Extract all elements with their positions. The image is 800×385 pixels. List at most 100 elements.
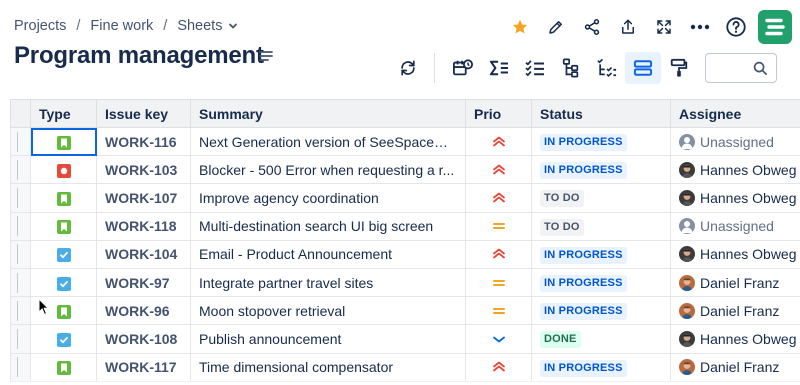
status-cell[interactable]: IN PROGRESS xyxy=(531,352,671,382)
assignee-cell[interactable]: Unassigned xyxy=(670,126,800,157)
status-cell[interactable]: IN PROGRESS xyxy=(531,155,671,185)
column-header-summary[interactable]: Summary xyxy=(190,99,466,128)
prio-cell[interactable] xyxy=(465,126,532,157)
help-icon[interactable] xyxy=(718,10,754,44)
type-cell[interactable] xyxy=(30,239,97,269)
type-cell[interactable] xyxy=(30,352,97,382)
prio-cell[interactable] xyxy=(465,183,532,213)
assignee-cell[interactable]: Hannes Obweg xyxy=(670,183,800,213)
prio-cell[interactable] xyxy=(465,324,532,354)
row-drag-handle[interactable] xyxy=(10,324,31,354)
assignee-cell[interactable]: Daniel Franz xyxy=(670,352,800,382)
hamburger-menu-icon[interactable] xyxy=(259,49,273,67)
summary-cell[interactable]: Multi-destination search UI big screen xyxy=(190,211,466,241)
issue-key-cell[interactable]: WORK-108 xyxy=(96,324,191,354)
status-cell[interactable]: IN PROGRESS xyxy=(531,239,671,269)
issue-key-cell[interactable]: WORK-117 xyxy=(96,352,191,382)
summary-cell[interactable]: Integrate partner travel sites xyxy=(190,267,466,298)
table-row[interactable]: WORK-97 Integrate partner travel sites IN … xyxy=(10,267,800,298)
row-drag-handle[interactable] xyxy=(10,239,31,269)
chevron-down-icon[interactable] xyxy=(228,21,238,31)
issue-key-cell[interactable]: WORK-116 xyxy=(96,126,191,157)
prio-cell[interactable] xyxy=(465,211,532,241)
row-drag-handle[interactable] xyxy=(10,211,31,241)
row-height-icon[interactable] xyxy=(625,52,661,84)
column-header-type[interactable]: Type xyxy=(30,99,97,128)
calendar-timeline-icon[interactable] xyxy=(445,52,481,84)
summary-cell[interactable]: Publish announcement xyxy=(190,324,466,354)
summary-cell[interactable]: Next Generation version of SeeSpaceEZ ..… xyxy=(190,126,466,157)
table-row[interactable]: WORK-108 Publish announcement DONE Hannes O… xyxy=(10,324,800,354)
summary-cell[interactable]: Moon stopover retrieval xyxy=(190,296,466,326)
type-cell[interactable] xyxy=(30,126,97,157)
sum-icon[interactable] xyxy=(481,52,517,84)
summary-cell[interactable]: Improve agency coordination xyxy=(190,183,466,213)
refresh-icon[interactable] xyxy=(390,52,426,84)
summary-cell[interactable]: Time dimensional compensator xyxy=(190,352,466,382)
assignee-cell[interactable]: Unassigned xyxy=(670,211,800,241)
issue-key-cell[interactable]: WORK-103 xyxy=(96,155,191,185)
hierarchy-icon[interactable] xyxy=(553,52,589,84)
checklist-icon[interactable] xyxy=(517,52,553,84)
share-icon[interactable] xyxy=(574,10,610,44)
assignee-cell[interactable]: Hannes Obweg xyxy=(670,155,800,185)
issue-key-cell[interactable]: WORK-104 xyxy=(96,239,191,269)
assignee-name: Daniel Franz xyxy=(700,359,780,376)
table-row[interactable]: WORK-107 Improve agency coordination TO DO… xyxy=(10,183,800,213)
table-row[interactable]: WORK-104 Email - Product Announcement IN P… xyxy=(10,239,800,269)
column-header-assignee[interactable]: Assignee xyxy=(670,99,800,128)
issue-key-cell[interactable]: WORK-107 xyxy=(96,183,191,213)
table-row[interactable]: WORK-116 Next Generation version of SeeSp… xyxy=(10,126,800,157)
table-row[interactable]: WORK-103 Blocker - 500 Error when request… xyxy=(10,155,800,185)
more-icon[interactable] xyxy=(682,10,718,44)
prio-cell[interactable] xyxy=(465,155,532,185)
prio-cell[interactable] xyxy=(465,239,532,269)
status-cell[interactable]: IN PROGRESS xyxy=(531,296,671,326)
star-icon[interactable] xyxy=(502,10,538,44)
issue-key-cell[interactable]: WORK-96 xyxy=(96,296,191,326)
issue-key-cell[interactable]: WORK-97 xyxy=(96,267,191,298)
type-cell[interactable] xyxy=(30,211,97,241)
status-cell[interactable]: IN PROGRESS xyxy=(531,267,671,298)
prio-cell[interactable] xyxy=(465,296,532,326)
type-cell[interactable] xyxy=(30,183,97,213)
prio-cell[interactable] xyxy=(465,352,532,382)
summary-cell[interactable]: Blocker - 500 Error when requesting a r.… xyxy=(190,155,466,185)
fullscreen-icon[interactable] xyxy=(646,10,682,44)
row-drag-handle[interactable] xyxy=(10,126,31,157)
status-cell[interactable]: TO DO xyxy=(531,211,671,241)
row-drag-handle[interactable] xyxy=(10,352,31,382)
subtasks-icon[interactable] xyxy=(589,52,625,84)
search-input[interactable] xyxy=(705,53,777,83)
breadcrumb-projects[interactable]: Projects xyxy=(14,18,66,34)
issue-key-cell[interactable]: WORK-118 xyxy=(96,211,191,241)
type-cell[interactable] xyxy=(30,267,97,298)
prio-cell[interactable] xyxy=(465,267,532,298)
assignee-cell[interactable]: Hannes Obweg xyxy=(670,324,800,354)
table-row[interactable]: WORK-96 Moon stopover retrieval IN PROGRES… xyxy=(10,296,800,326)
format-painter-icon[interactable] xyxy=(661,52,697,84)
status-cell[interactable]: IN PROGRESS xyxy=(531,126,671,157)
assignee-cell[interactable]: Daniel Franz xyxy=(670,267,800,298)
summary-cell[interactable]: Email - Product Announcement xyxy=(190,239,466,269)
row-drag-handle[interactable] xyxy=(10,155,31,185)
status-cell[interactable]: DONE xyxy=(531,324,671,354)
table-row[interactable]: WORK-117 Time dimensional compensator IN P… xyxy=(10,352,800,382)
column-header-prio[interactable]: Prio xyxy=(465,99,532,128)
row-drag-handle[interactable] xyxy=(10,296,31,326)
app-logo[interactable] xyxy=(758,10,792,44)
column-header-issue-key[interactable]: Issue key xyxy=(96,99,191,128)
status-cell[interactable]: TO DO xyxy=(531,183,671,213)
row-drag-handle[interactable] xyxy=(10,183,31,213)
edit-icon[interactable] xyxy=(538,10,574,44)
column-header-status[interactable]: Status xyxy=(531,99,671,128)
assignee-cell[interactable]: Hannes Obweg xyxy=(670,239,800,269)
type-cell[interactable] xyxy=(30,324,97,354)
breadcrumb-space[interactable]: Fine work xyxy=(90,18,153,34)
export-icon[interactable] xyxy=(610,10,646,44)
type-cell[interactable] xyxy=(30,155,97,185)
table-row[interactable]: WORK-118 Multi-destination search UI big … xyxy=(10,211,800,241)
breadcrumb-current[interactable]: Sheets xyxy=(177,18,222,34)
assignee-cell[interactable]: Daniel Franz xyxy=(670,296,800,326)
row-drag-handle[interactable] xyxy=(10,267,31,298)
